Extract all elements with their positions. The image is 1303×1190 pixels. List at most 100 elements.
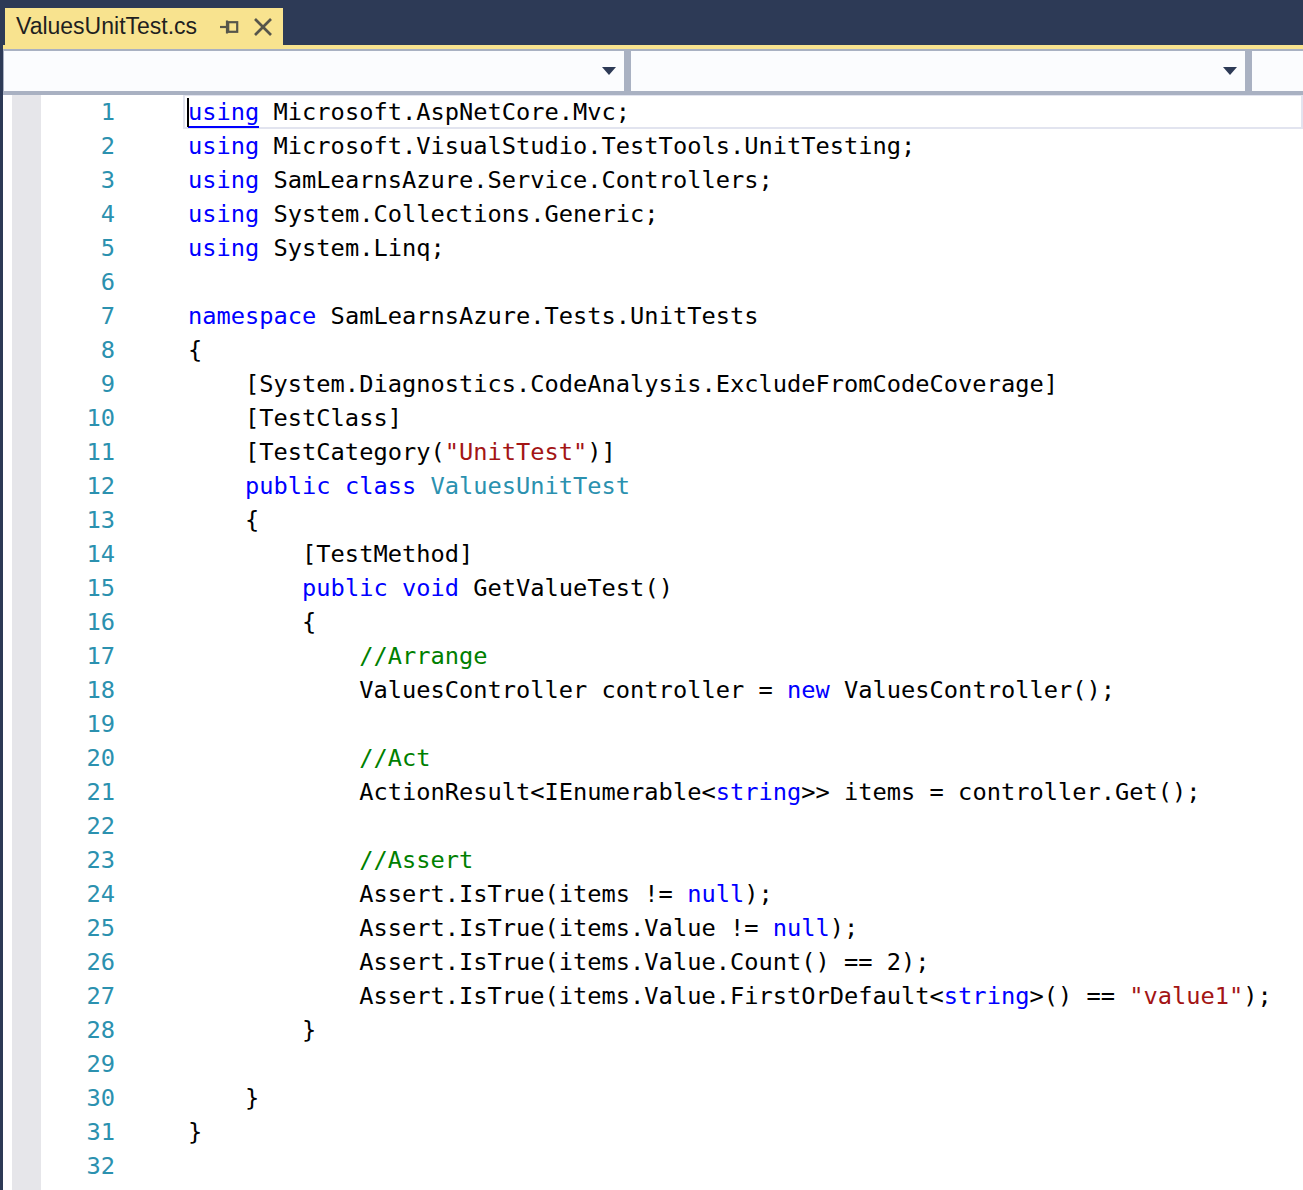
line-number: 28 (3, 1013, 115, 1047)
close-icon[interactable] (251, 15, 275, 39)
line-number: 26 (3, 945, 115, 979)
code-text: Assert.IsTrue(items.Value.FirstOrDefault… (188, 979, 1272, 1013)
line-number: 3 (3, 163, 115, 197)
line-number: 15 (3, 571, 115, 605)
code-line[interactable]: 1 using Microsoft.AspNetCore.Mvc; (3, 95, 1303, 129)
document-tab[interactable]: ValuesUnitTest.cs (5, 8, 283, 45)
line-number: 23 (3, 843, 115, 877)
code-text: using SamLearnsAzure.Service.Controllers… (188, 163, 773, 197)
types-dropdown[interactable] (4, 51, 624, 91)
code-line[interactable]: 22 (3, 809, 1303, 843)
line-number: 27 (3, 979, 115, 1013)
code-line[interactable]: 17 //Arrange (3, 639, 1303, 673)
code-line[interactable]: 12 public class ValuesUnitTest (3, 469, 1303, 503)
line-number: 5 (3, 231, 115, 265)
code-text: ValuesController controller = new Values… (188, 673, 1115, 707)
code-line[interactable]: 20 //Act (3, 741, 1303, 775)
code-text: public class ValuesUnitTest (188, 469, 630, 503)
code-text: } (188, 1013, 316, 1047)
line-number: 17 (3, 639, 115, 673)
code-text: using Microsoft.AspNetCore.Mvc; (188, 95, 630, 129)
code-text: Assert.IsTrue(items != null); (188, 877, 773, 911)
line-number: 16 (3, 605, 115, 639)
line-number: 6 (3, 265, 115, 299)
line-number: 31 (3, 1115, 115, 1149)
navigation-bar (3, 49, 1303, 95)
code-text: //Assert (188, 843, 473, 877)
code-text: using Microsoft.VisualStudio.TestTools.U… (188, 129, 915, 163)
code-line[interactable]: 5using System.Linq; (3, 231, 1303, 265)
tab-title: ValuesUnitTest.cs (16, 13, 197, 40)
code-line[interactable]: 3 using SamLearnsAzure.Service.Controller… (3, 163, 1303, 197)
code-line[interactable]: 8{ (3, 333, 1303, 367)
code-lines: 1 using Microsoft.AspNetCore.Mvc; 2 using M… (3, 95, 1303, 1183)
line-number: 25 (3, 911, 115, 945)
code-line[interactable]: 29 (3, 1047, 1303, 1081)
code-line[interactable]: 15 public void GetValueTest() (3, 571, 1303, 605)
tab-bar: ValuesUnitTest.cs (0, 0, 1303, 45)
line-number: 21 (3, 775, 115, 809)
line-number: 19 (3, 707, 115, 741)
chevron-down-icon (1223, 67, 1237, 75)
code-line[interactable]: 30 } (3, 1081, 1303, 1115)
line-number: 29 (3, 1047, 115, 1081)
members-dropdown[interactable] (631, 51, 1245, 91)
vs-editor-window: ValuesUnitTest.cs (0, 0, 1303, 1190)
line-number: 32 (3, 1149, 115, 1183)
code-line[interactable]: 4 using System.Collections.Generic; (3, 197, 1303, 231)
code-line[interactable]: 16 { (3, 605, 1303, 639)
line-number: 8 (3, 333, 115, 367)
code-text: //Act (188, 741, 430, 775)
code-line[interactable]: 25 Assert.IsTrue(items.Value != null); (3, 911, 1303, 945)
line-number: 2 (3, 129, 115, 163)
code-text: public void GetValueTest() (188, 571, 673, 605)
code-line[interactable]: 32 (3, 1149, 1303, 1183)
code-text: } (188, 1081, 259, 1115)
code-line[interactable]: 21 ActionResult<IEnumerable<string>> ite… (3, 775, 1303, 809)
line-number: 24 (3, 877, 115, 911)
line-number: 12 (3, 469, 115, 503)
types-dropdown-value (4, 61, 12, 81)
code-line[interactable]: 9 [System.Diagnostics.CodeAnalysis.Exclu… (3, 367, 1303, 401)
code-line[interactable]: 11 [TestCategory("UnitTest")] (3, 435, 1303, 469)
code-line[interactable]: 23 //Assert (3, 843, 1303, 877)
code-line[interactable]: 18 ValuesController controller = new Val… (3, 673, 1303, 707)
code-line[interactable]: 28 } (3, 1013, 1303, 1047)
code-text: Assert.IsTrue(items.Value != null); (188, 911, 858, 945)
code-line[interactable]: 26 Assert.IsTrue(items.Value.Count() == … (3, 945, 1303, 979)
code-line[interactable]: 31} (3, 1115, 1303, 1149)
code-line[interactable]: 7namespace SamLearnsAzure.Tests.UnitTest… (3, 299, 1303, 333)
line-number: 18 (3, 673, 115, 707)
code-text: } (188, 1115, 202, 1149)
code-text: [TestClass] (188, 401, 402, 435)
code-text: using System.Collections.Generic; (188, 197, 659, 231)
code-line[interactable]: 6 (3, 265, 1303, 299)
code-line[interactable]: 2 using Microsoft.VisualStudio.TestTools.… (3, 129, 1303, 163)
code-text: ActionResult<IEnumerable<string>> items … (188, 775, 1201, 809)
window-left-border (0, 0, 3, 1190)
code-text: { (188, 333, 202, 367)
code-line[interactable]: 19 (3, 707, 1303, 741)
code-line[interactable]: 27 Assert.IsTrue(items.Value.FirstOrDefa… (3, 979, 1303, 1013)
line-number: 13 (3, 503, 115, 537)
line-number: 14 (3, 537, 115, 571)
navbar-stub-box (1252, 51, 1303, 91)
code-text: [TestCategory("UnitTest")] (188, 435, 616, 469)
code-line[interactable]: 14 [TestMethod] (3, 537, 1303, 571)
code-line[interactable]: 13 { (3, 503, 1303, 537)
line-number: 22 (3, 809, 115, 843)
line-number: 10 (3, 401, 115, 435)
code-text: namespace SamLearnsAzure.Tests.UnitTests (188, 299, 758, 333)
pin-icon[interactable] (218, 15, 242, 39)
code-editor[interactable]: 1 using Microsoft.AspNetCore.Mvc; 2 using M… (3, 95, 1303, 1190)
chevron-down-icon (602, 67, 616, 75)
line-number: 9 (3, 367, 115, 401)
code-text: { (188, 503, 259, 537)
code-text: { (188, 605, 316, 639)
code-line[interactable]: 10 [TestClass] (3, 401, 1303, 435)
line-number: 1 (3, 95, 115, 129)
line-number: 4 (3, 197, 115, 231)
members-dropdown-value (631, 61, 639, 81)
code-line[interactable]: 24 Assert.IsTrue(items != null); (3, 877, 1303, 911)
code-text: [System.Diagnostics.CodeAnalysis.Exclude… (188, 367, 1058, 401)
